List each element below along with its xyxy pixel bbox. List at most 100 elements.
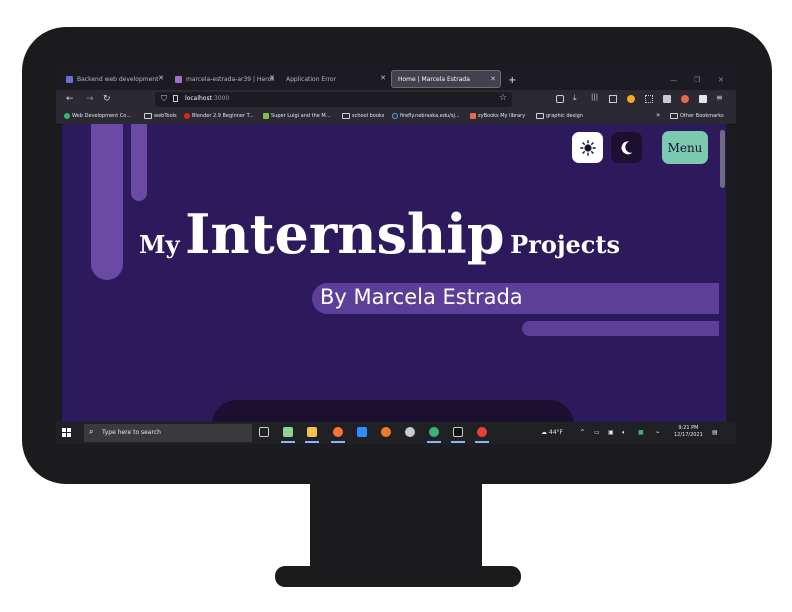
- tab-label: Backend web development - Ex: [77, 75, 159, 83]
- reload-icon[interactable]: ↻: [103, 94, 111, 104]
- pocket-icon[interactable]: [556, 95, 564, 103]
- display-icon[interactable]: ▣: [608, 429, 614, 436]
- folder-icon: [342, 113, 350, 119]
- decorative-drip: [131, 124, 147, 201]
- bookmark-folder[interactable]: school books: [342, 113, 384, 119]
- library-icon[interactable]: |||: [591, 93, 598, 101]
- menu-hamburger-icon[interactable]: ≡: [716, 93, 723, 102]
- author-byline: By Marcela Estrada: [312, 283, 726, 314]
- bookmark-item[interactable]: Blender 2.9 Beginner T...: [184, 113, 254, 119]
- tab-label: Home | Marcela Estrada: [398, 75, 470, 83]
- tab-application-error[interactable]: Application Error ✕: [280, 70, 390, 88]
- bookmark-item[interactable]: firefly.nebraska.edu/sj...: [392, 113, 460, 119]
- folder-icon: [144, 113, 152, 119]
- terminal-icon[interactable]: [453, 427, 463, 437]
- monitor-neck: [310, 482, 482, 570]
- tab-backend[interactable]: Backend web development - Ex ✕: [60, 70, 168, 88]
- back-icon[interactable]: ←: [66, 94, 74, 104]
- app-running-indicator: [305, 441, 319, 443]
- app-running-indicator: [427, 441, 441, 443]
- zybooks-icon: [470, 113, 476, 119]
- chevron-up-icon[interactable]: ^: [580, 429, 585, 436]
- youtube-icon: [184, 113, 190, 119]
- scrollbar[interactable]: [719, 124, 726, 422]
- windows-start-icon[interactable]: [62, 428, 71, 437]
- green-circle-icon: [64, 113, 70, 119]
- battery-icon[interactable]: ▭: [594, 429, 600, 436]
- bookmark-folder[interactable]: Other Bookmarks: [670, 113, 724, 119]
- new-tab-icon[interactable]: +: [508, 75, 516, 86]
- app-icon[interactable]: [405, 427, 415, 437]
- clock[interactable]: 9:21 PM 12/17/2021: [674, 425, 703, 439]
- bookmark-item[interactable]: Super Luigi and the M...: [263, 113, 331, 119]
- close-icon[interactable]: ✕: [380, 74, 386, 82]
- dark-theme-button[interactable]: [611, 132, 642, 163]
- extension-page-icon[interactable]: [663, 95, 671, 103]
- tab-bar: Backend web development - Ex ✕ marcela-e…: [56, 68, 736, 90]
- chevron-right-icon[interactable]: »: [656, 111, 660, 119]
- url-text: localhost:3000: [185, 95, 230, 102]
- tab-favicon: [175, 75, 182, 83]
- close-icon[interactable]: ✕: [158, 74, 164, 82]
- taskbar-search[interactable]: ⌕ Type here to search: [84, 424, 252, 442]
- monitor-base: [275, 566, 521, 587]
- task-view-icon[interactable]: [259, 427, 269, 437]
- window-close-icon[interactable]: ✕: [718, 76, 724, 84]
- page-title: My Internship Projects: [139, 202, 621, 266]
- sidebar-icon[interactable]: [609, 95, 617, 103]
- tab-favicon: [66, 75, 73, 83]
- sun-icon: [579, 139, 596, 156]
- menu-button[interactable]: Menu: [662, 131, 708, 164]
- weather-widget[interactable]: ☁ 44°F: [541, 429, 563, 436]
- url-bar[interactable]: ⛉ localhost:3000 ☆: [155, 92, 512, 107]
- extension-orange-icon[interactable]: [681, 95, 689, 103]
- network-icon[interactable]: ⌁: [656, 429, 660, 436]
- screen: Backend web development - Ex ✕ marcela-e…: [56, 62, 736, 448]
- app-running-indicator: [281, 441, 295, 443]
- bookmark-item[interactable]: zyBooks My library: [470, 113, 525, 119]
- forward-icon[interactable]: →: [86, 94, 94, 104]
- bookmark-star-icon[interactable]: ☆: [499, 93, 507, 103]
- search-placeholder: Type here to search: [102, 429, 161, 436]
- file-explorer-icon[interactable]: [307, 427, 317, 437]
- light-theme-button[interactable]: [572, 132, 603, 163]
- maximize-icon[interactable]: ❐: [694, 76, 700, 84]
- close-icon[interactable]: ✕: [269, 74, 275, 82]
- bookmark-folder[interactable]: graphic design: [536, 113, 583, 119]
- app-green-icon[interactable]: [429, 427, 439, 437]
- tab-label: Application Error: [286, 75, 337, 83]
- search-icon: ⌕: [89, 427, 94, 436]
- page-icon: [173, 95, 178, 102]
- folder-icon: [536, 113, 544, 119]
- cloud-icon: ☁: [541, 429, 547, 436]
- scrollbar-thumb[interactable]: [720, 130, 725, 188]
- notepad-app-icon[interactable]: [283, 427, 293, 437]
- app-running-indicator: [451, 441, 465, 443]
- firefox-icon[interactable]: [333, 427, 343, 437]
- chrome-icon[interactable]: [477, 427, 487, 437]
- folder-icon: [670, 113, 678, 119]
- tab-heroku[interactable]: marcela-estrada-ar39 | Heroku ✕: [169, 70, 279, 88]
- extension-doc-icon[interactable]: [699, 95, 707, 103]
- content-card: [212, 400, 574, 422]
- bookmark-folder[interactable]: webTools: [144, 113, 177, 119]
- tab-label: marcela-estrada-ar39 | Heroku: [186, 75, 274, 83]
- bookmark-item[interactable]: Web Development Co...: [64, 113, 131, 119]
- shield-icon: ⛉: [161, 94, 167, 103]
- notifications-icon[interactable]: ▤: [712, 429, 718, 436]
- zoom-app-icon[interactable]: [357, 427, 367, 437]
- downloads-icon[interactable]: ⤓: [573, 93, 577, 103]
- security-icon[interactable]: ■: [638, 429, 644, 436]
- globe-icon: [392, 113, 398, 119]
- volume-icon[interactable]: 🔈︎: [622, 429, 626, 437]
- tab-home[interactable]: Home | Marcela Estrada ✕: [391, 70, 501, 88]
- app-running-indicator: [475, 441, 489, 443]
- extension-grid-icon[interactable]: [645, 95, 653, 103]
- extension-coin-icon[interactable]: [627, 95, 635, 103]
- blender-icon[interactable]: [381, 427, 391, 437]
- taskbar: ⌕ Type here to search ☁ 44°F ^ ▭ ▣ 🔈︎ ■ …: [56, 422, 736, 444]
- bookmarks-bar: Web Development Co... webTools Blender 2…: [56, 110, 736, 125]
- close-icon[interactable]: ✕: [490, 75, 496, 83]
- webpage: Menu My Internship Projects By Marcela E…: [62, 124, 726, 422]
- minimize-icon[interactable]: —: [670, 76, 677, 84]
